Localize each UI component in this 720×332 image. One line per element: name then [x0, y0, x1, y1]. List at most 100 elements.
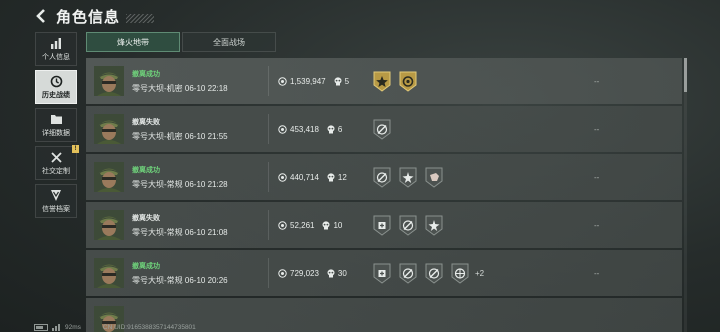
tab-beacon-zone[interactable]: 烽火地带	[86, 32, 180, 52]
crosshair-badge-icon[interactable]	[424, 262, 444, 284]
kill-count: 12	[337, 172, 347, 182]
sidebar-item-label: 个人信息	[42, 54, 70, 61]
value-block: 729,023 30	[278, 269, 347, 278]
map-and-time: 零号大坝-常规 06-10 20:26	[132, 275, 228, 285]
more-badges-count[interactable]: +2	[475, 269, 484, 278]
extraction-result: 撤离失败	[132, 214, 160, 222]
coin-icon	[278, 220, 287, 230]
page-title: 角色信息	[56, 8, 121, 26]
map-and-time: 零号大坝-常规 06-10 21:08	[132, 227, 228, 237]
operator-avatar	[94, 114, 124, 144]
crosshair-badge-icon[interactable]	[372, 166, 392, 188]
mode-tabs: 烽火地带 全面战场	[86, 32, 278, 52]
extraction-result: 撤离成功	[132, 262, 160, 270]
battery-icon	[34, 323, 48, 331]
match-info: 撤离成功 零号大坝-常规 06-10 21:28	[132, 165, 282, 190]
back-arrow-icon[interactable]	[34, 7, 48, 25]
coin-icon	[278, 124, 287, 134]
match-info: 撤离成功零号大坝-机密 06-10 22:18	[132, 69, 282, 94]
match-row[interactable]: 撤离成功 零号大坝-常规 06-10 20:26 729,023 30 +2 --	[86, 250, 682, 296]
column-divider	[268, 162, 269, 192]
achievement-badges	[372, 118, 398, 140]
ping-text: 92ms	[65, 323, 81, 331]
crosshair-badge-icon[interactable]	[398, 262, 418, 284]
match-info: 撤离失败零号大坝-机密 06-10 21:55	[132, 117, 282, 142]
sidebar-item-credit-record[interactable]: 信誉档案	[35, 184, 77, 218]
value-block: 440,714 12	[278, 173, 347, 182]
teammate-placeholder: --	[594, 220, 600, 230]
sidebar-item-label: 信誉档案	[42, 206, 70, 213]
column-divider	[268, 66, 269, 96]
notification-badge: !	[72, 145, 79, 153]
signal-icon	[52, 323, 61, 331]
asset-value: 1,539,947	[290, 76, 326, 86]
asset-value: 52,261	[290, 220, 315, 230]
column-divider	[268, 114, 269, 144]
skull-icon	[322, 220, 330, 230]
teammate-placeholder: --	[594, 172, 600, 182]
extraction-result: 撤离失败	[132, 118, 160, 126]
map-and-time: 零号大坝-机密 06-10 21:55	[132, 131, 228, 141]
match-row[interactable]: 撤离失败 零号大坝-机密 06-10 21:55 453,418 6 --	[86, 106, 682, 152]
extraction-result: 撤离成功	[132, 70, 160, 78]
history-clock-icon	[49, 74, 63, 88]
match-row[interactable]: 撤离成功零号大坝-机密 06-10 22:18 1,539,947 5 --	[86, 58, 682, 104]
medkit-badge-icon[interactable]	[372, 262, 392, 284]
sidebar: 个人信息 历史战绩 详细数据 ! 社交定制 信誉档案	[35, 32, 79, 222]
gold-laurel-badge-icon[interactable]	[398, 70, 418, 92]
teammate-placeholder: --	[594, 124, 600, 134]
wrench-cross-icon	[49, 150, 63, 164]
folder-icon	[49, 112, 63, 126]
achievement-badges	[372, 166, 450, 188]
status-bar: 92ms CN UID:9165388357144735801	[34, 322, 196, 332]
scrollbar-track[interactable]	[684, 58, 687, 332]
star-burst-badge-icon[interactable]	[398, 166, 418, 188]
operator-avatar	[94, 162, 124, 192]
achievement-badges: +2	[372, 262, 484, 284]
match-history-list[interactable]: 撤离成功 零号大坝-机密 06-10 22:18 1,539,947 5 -- 撤离失败零…	[86, 58, 682, 332]
operator-avatar	[94, 258, 124, 288]
operator-avatar	[94, 210, 124, 240]
match-info: 撤离失败零号大坝-常规 06-10 21:08	[132, 213, 282, 238]
uid-text: CN UID:9165388357144735801	[102, 323, 196, 331]
kill-count: 5	[344, 76, 350, 86]
sidebar-item-label: 社交定制	[42, 168, 70, 175]
teammate-placeholder: --	[594, 268, 600, 278]
crosshair-badge-icon[interactable]	[372, 118, 392, 140]
hand-badge-icon[interactable]	[424, 166, 444, 188]
achievement-badges	[372, 214, 450, 236]
match-info: 撤离成功零号大坝-常规 06-10 20:26	[132, 261, 282, 286]
column-divider	[268, 210, 269, 240]
match-row[interactable]: 撤离成功 零号大坝-常规 06-10 21:28 440,714 12 --	[86, 154, 682, 200]
crosshair-badge-icon[interactable]	[398, 214, 418, 236]
sidebar-item-history[interactable]: 历史战绩	[35, 70, 77, 104]
target-badge-icon[interactable]	[450, 262, 470, 284]
column-divider	[268, 258, 269, 288]
skull-icon	[327, 124, 335, 134]
sidebar-item-detailed-data[interactable]: 详细数据	[35, 108, 77, 142]
match-row[interactable]: 撤离失败 零号大坝-常规 06-10 21:08 52,261 10 --	[86, 202, 682, 248]
star-burst-badge-icon[interactable]	[424, 214, 444, 236]
map-and-time: 零号大坝-机密 06-10 22:18	[132, 83, 228, 93]
gold-star-badge-icon[interactable]	[372, 70, 392, 92]
kill-count: 30	[337, 268, 347, 278]
bar-chart-icon	[49, 36, 63, 50]
achievement-badges	[372, 70, 424, 92]
coin-icon	[278, 76, 287, 86]
value-block: 1,539,947 5	[278, 77, 349, 86]
kill-count: 6	[337, 124, 343, 134]
scrollbar-thumb[interactable]	[684, 58, 687, 92]
medkit-badge-icon[interactable]	[372, 214, 392, 236]
sidebar-item-social-custom[interactable]: ! 社交定制	[35, 145, 79, 180]
sidebar-item-personal-info[interactable]: 个人信息	[35, 32, 77, 66]
tab-full-battlefield[interactable]: 全面战场	[182, 32, 276, 52]
operator-avatar	[94, 66, 124, 96]
shield-rank-icon	[49, 188, 63, 202]
map-and-time: 零号大坝-常规 06-10 21:28	[132, 179, 228, 189]
title-bar: 角色信息	[34, 6, 155, 26]
asset-value: 440,714	[290, 172, 319, 182]
coin-icon	[278, 172, 287, 182]
sidebar-item-label: 历史战绩	[42, 92, 70, 99]
skull-icon	[334, 76, 342, 86]
teammate-placeholder: --	[594, 76, 600, 86]
